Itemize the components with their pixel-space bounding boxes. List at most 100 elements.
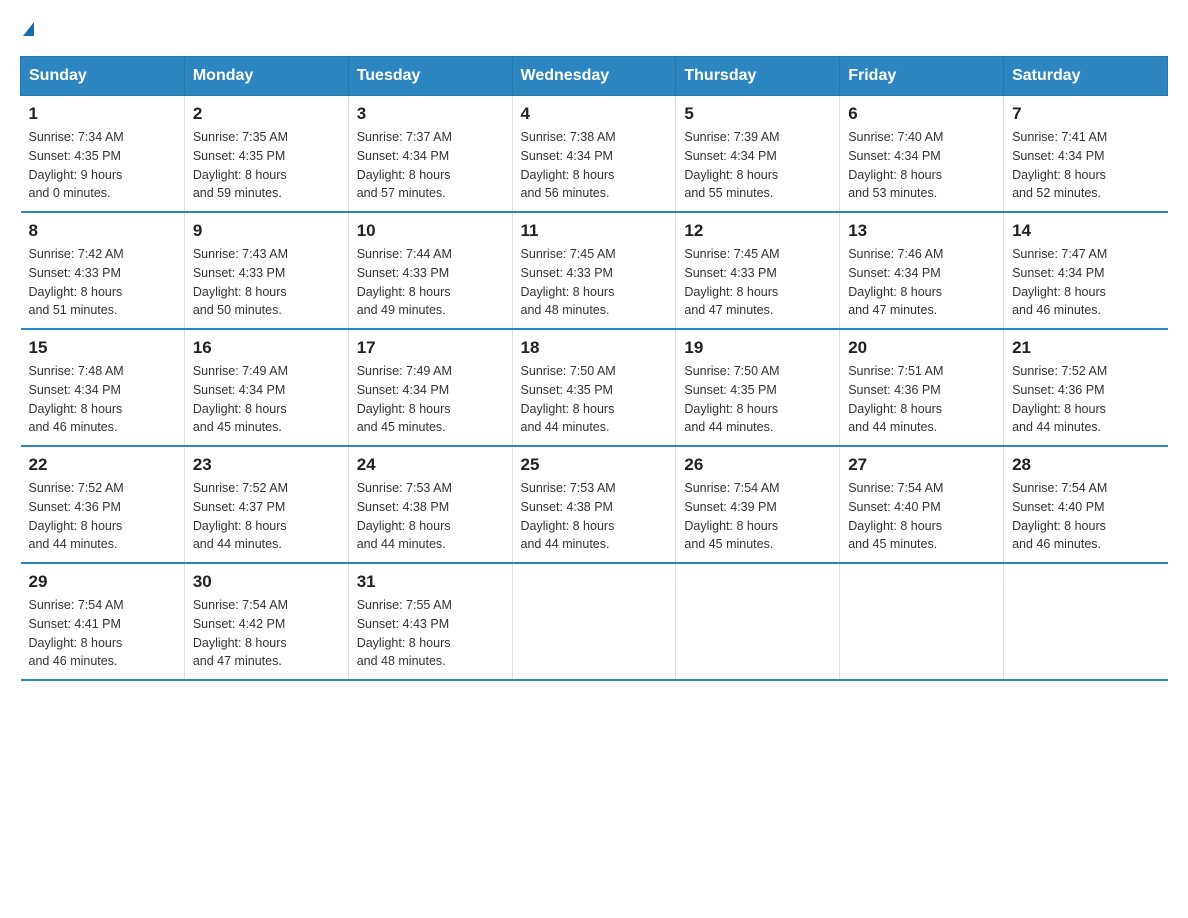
day-cell: 21 Sunrise: 7:52 AMSunset: 4:36 PMDaylig… [1004, 329, 1168, 446]
header-cell-friday: Friday [840, 57, 1004, 96]
header-cell-monday: Monday [184, 57, 348, 96]
day-number: 9 [193, 221, 340, 241]
day-number: 8 [29, 221, 176, 241]
day-info: Sunrise: 7:53 AMSunset: 4:38 PMDaylight:… [357, 479, 504, 554]
day-info: Sunrise: 7:39 AMSunset: 4:34 PMDaylight:… [684, 128, 831, 203]
day-info: Sunrise: 7:52 AMSunset: 4:36 PMDaylight:… [1012, 362, 1159, 437]
day-info: Sunrise: 7:54 AMSunset: 4:40 PMDaylight:… [848, 479, 995, 554]
day-info: Sunrise: 7:41 AMSunset: 4:34 PMDaylight:… [1012, 128, 1159, 203]
day-cell: 9 Sunrise: 7:43 AMSunset: 4:33 PMDayligh… [184, 212, 348, 329]
day-cell [676, 563, 840, 680]
day-info: Sunrise: 7:47 AMSunset: 4:34 PMDaylight:… [1012, 245, 1159, 320]
day-info: Sunrise: 7:55 AMSunset: 4:43 PMDaylight:… [357, 596, 504, 671]
day-info: Sunrise: 7:50 AMSunset: 4:35 PMDaylight:… [521, 362, 668, 437]
day-info: Sunrise: 7:40 AMSunset: 4:34 PMDaylight:… [848, 128, 995, 203]
day-cell: 14 Sunrise: 7:47 AMSunset: 4:34 PMDaylig… [1004, 212, 1168, 329]
day-number: 1 [29, 104, 176, 124]
day-number: 13 [848, 221, 995, 241]
day-info: Sunrise: 7:38 AMSunset: 4:34 PMDaylight:… [521, 128, 668, 203]
day-info: Sunrise: 7:54 AMSunset: 4:39 PMDaylight:… [684, 479, 831, 554]
day-number: 18 [521, 338, 668, 358]
day-number: 5 [684, 104, 831, 124]
day-number: 16 [193, 338, 340, 358]
day-info: Sunrise: 7:54 AMSunset: 4:41 PMDaylight:… [29, 596, 176, 671]
calendar-table: SundayMondayTuesdayWednesdayThursdayFrid… [20, 56, 1168, 681]
header-cell-wednesday: Wednesday [512, 57, 676, 96]
day-cell: 15 Sunrise: 7:48 AMSunset: 4:34 PMDaylig… [21, 329, 185, 446]
day-info: Sunrise: 7:45 AMSunset: 4:33 PMDaylight:… [684, 245, 831, 320]
day-cell: 17 Sunrise: 7:49 AMSunset: 4:34 PMDaylig… [348, 329, 512, 446]
day-cell: 2 Sunrise: 7:35 AMSunset: 4:35 PMDayligh… [184, 96, 348, 213]
day-info: Sunrise: 7:37 AMSunset: 4:34 PMDaylight:… [357, 128, 504, 203]
day-cell: 10 Sunrise: 7:44 AMSunset: 4:33 PMDaylig… [348, 212, 512, 329]
day-cell: 6 Sunrise: 7:40 AMSunset: 4:34 PMDayligh… [840, 96, 1004, 213]
day-cell: 30 Sunrise: 7:54 AMSunset: 4:42 PMDaylig… [184, 563, 348, 680]
day-info: Sunrise: 7:52 AMSunset: 4:37 PMDaylight:… [193, 479, 340, 554]
day-cell: 18 Sunrise: 7:50 AMSunset: 4:35 PMDaylig… [512, 329, 676, 446]
header-cell-saturday: Saturday [1004, 57, 1168, 96]
week-row-5: 29 Sunrise: 7:54 AMSunset: 4:41 PMDaylig… [21, 563, 1168, 680]
week-row-1: 1 Sunrise: 7:34 AMSunset: 4:35 PMDayligh… [21, 96, 1168, 213]
day-info: Sunrise: 7:46 AMSunset: 4:34 PMDaylight:… [848, 245, 995, 320]
day-cell: 8 Sunrise: 7:42 AMSunset: 4:33 PMDayligh… [21, 212, 185, 329]
header-cell-tuesday: Tuesday [348, 57, 512, 96]
week-row-2: 8 Sunrise: 7:42 AMSunset: 4:33 PMDayligh… [21, 212, 1168, 329]
day-cell: 4 Sunrise: 7:38 AMSunset: 4:34 PMDayligh… [512, 96, 676, 213]
week-row-4: 22 Sunrise: 7:52 AMSunset: 4:36 PMDaylig… [21, 446, 1168, 563]
page-header [20, 20, 1168, 36]
day-cell: 11 Sunrise: 7:45 AMSunset: 4:33 PMDaylig… [512, 212, 676, 329]
day-cell: 5 Sunrise: 7:39 AMSunset: 4:34 PMDayligh… [676, 96, 840, 213]
day-info: Sunrise: 7:54 AMSunset: 4:40 PMDaylight:… [1012, 479, 1159, 554]
day-info: Sunrise: 7:49 AMSunset: 4:34 PMDaylight:… [193, 362, 340, 437]
day-cell: 23 Sunrise: 7:52 AMSunset: 4:37 PMDaylig… [184, 446, 348, 563]
day-number: 11 [521, 221, 668, 241]
day-number: 23 [193, 455, 340, 475]
day-number: 14 [1012, 221, 1159, 241]
day-number: 19 [684, 338, 831, 358]
day-cell: 19 Sunrise: 7:50 AMSunset: 4:35 PMDaylig… [676, 329, 840, 446]
day-cell: 26 Sunrise: 7:54 AMSunset: 4:39 PMDaylig… [676, 446, 840, 563]
day-number: 26 [684, 455, 831, 475]
day-number: 15 [29, 338, 176, 358]
day-info: Sunrise: 7:48 AMSunset: 4:34 PMDaylight:… [29, 362, 176, 437]
day-number: 6 [848, 104, 995, 124]
day-number: 12 [684, 221, 831, 241]
day-number: 31 [357, 572, 504, 592]
day-cell: 1 Sunrise: 7:34 AMSunset: 4:35 PMDayligh… [21, 96, 185, 213]
day-cell: 28 Sunrise: 7:54 AMSunset: 4:40 PMDaylig… [1004, 446, 1168, 563]
day-info: Sunrise: 7:51 AMSunset: 4:36 PMDaylight:… [848, 362, 995, 437]
day-info: Sunrise: 7:34 AMSunset: 4:35 PMDaylight:… [29, 128, 176, 203]
day-info: Sunrise: 7:54 AMSunset: 4:42 PMDaylight:… [193, 596, 340, 671]
day-cell: 13 Sunrise: 7:46 AMSunset: 4:34 PMDaylig… [840, 212, 1004, 329]
day-number: 4 [521, 104, 668, 124]
day-cell: 22 Sunrise: 7:52 AMSunset: 4:36 PMDaylig… [21, 446, 185, 563]
day-info: Sunrise: 7:43 AMSunset: 4:33 PMDaylight:… [193, 245, 340, 320]
day-number: 22 [29, 455, 176, 475]
day-number: 17 [357, 338, 504, 358]
day-info: Sunrise: 7:52 AMSunset: 4:36 PMDaylight:… [29, 479, 176, 554]
day-cell: 7 Sunrise: 7:41 AMSunset: 4:34 PMDayligh… [1004, 96, 1168, 213]
day-info: Sunrise: 7:53 AMSunset: 4:38 PMDaylight:… [521, 479, 668, 554]
day-number: 25 [521, 455, 668, 475]
logo [20, 20, 34, 36]
day-cell: 3 Sunrise: 7:37 AMSunset: 4:34 PMDayligh… [348, 96, 512, 213]
day-info: Sunrise: 7:49 AMSunset: 4:34 PMDaylight:… [357, 362, 504, 437]
day-number: 28 [1012, 455, 1159, 475]
day-number: 7 [1012, 104, 1159, 124]
day-cell: 29 Sunrise: 7:54 AMSunset: 4:41 PMDaylig… [21, 563, 185, 680]
day-number: 29 [29, 572, 176, 592]
day-cell [840, 563, 1004, 680]
day-number: 2 [193, 104, 340, 124]
day-cell: 20 Sunrise: 7:51 AMSunset: 4:36 PMDaylig… [840, 329, 1004, 446]
day-cell: 27 Sunrise: 7:54 AMSunset: 4:40 PMDaylig… [840, 446, 1004, 563]
day-number: 21 [1012, 338, 1159, 358]
day-number: 27 [848, 455, 995, 475]
day-number: 10 [357, 221, 504, 241]
day-cell [512, 563, 676, 680]
week-row-3: 15 Sunrise: 7:48 AMSunset: 4:34 PMDaylig… [21, 329, 1168, 446]
day-info: Sunrise: 7:50 AMSunset: 4:35 PMDaylight:… [684, 362, 831, 437]
day-cell: 12 Sunrise: 7:45 AMSunset: 4:33 PMDaylig… [676, 212, 840, 329]
header-row: SundayMondayTuesdayWednesdayThursdayFrid… [21, 57, 1168, 96]
day-info: Sunrise: 7:44 AMSunset: 4:33 PMDaylight:… [357, 245, 504, 320]
day-info: Sunrise: 7:35 AMSunset: 4:35 PMDaylight:… [193, 128, 340, 203]
